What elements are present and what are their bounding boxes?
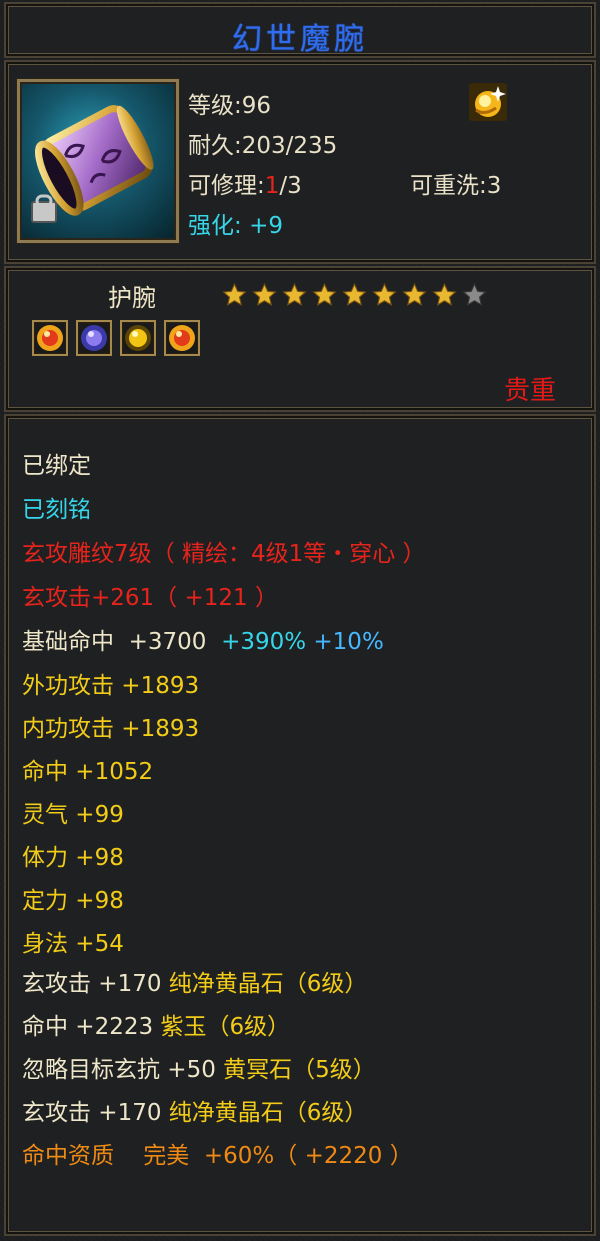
gem-name: 纯净黄晶石（6级） <box>168 971 368 997</box>
stat-line: 体力 +98 <box>22 845 124 871</box>
item-tooltip: 幻世魔腕 等级:96 耐久:203/235 可修理:1/3 可重洗:3 强化: … <box>0 0 600 1241</box>
level-label: 等级: <box>188 93 242 119</box>
stat-line: 命中 +1052 <box>22 759 154 785</box>
star-empty-icon <box>462 282 487 306</box>
star-filled-icon <box>252 282 277 306</box>
item-type: 护腕 <box>108 284 156 312</box>
gem-bonus-stat: 命中 +2223 <box>22 1014 154 1040</box>
reroll-label: 可重洗: <box>410 173 487 199</box>
star-filled-icon <box>372 282 397 306</box>
item-name: 幻世魔腕 <box>232 22 368 57</box>
gem-name: 紫玉（6级） <box>160 1014 291 1040</box>
gem-bonus-line: 命中 +2223 紫玉（6级） <box>22 1007 290 1041</box>
gold-sparkle-icon <box>468 82 508 122</box>
stat-line: 身法 +54 <box>22 931 124 957</box>
enhance-value: +9 <box>249 213 283 239</box>
gem-name: 纯净黄晶石（6级） <box>168 1100 368 1126</box>
aptitude-line: 命中资质 完美 +60%（ +2220 ） <box>22 1136 413 1170</box>
gem-bonus-stat: 忽略目标玄抗 +50 <box>22 1057 216 1083</box>
reroll-row: 可重洗:3 <box>410 166 501 200</box>
fire-gem-icon[interactable] <box>164 320 200 356</box>
item-type-panel: 护腕 贵重 <box>4 266 596 412</box>
level-row: 等级:96 <box>188 86 271 120</box>
star-filled-icon <box>342 282 367 306</box>
xuan-attack-line: 玄攻击+261（ +121 ） <box>22 585 278 611</box>
carving-line: 玄攻雕纹7级（ 精绘：4级1等・穿心 ） <box>22 541 426 567</box>
aptitude-value: +60%（ +2220 ） <box>203 1143 413 1169</box>
stat-line: 灵气 +99 <box>22 802 124 828</box>
aptitude-label: 命中资质 <box>22 1143 114 1169</box>
reroll-value: 3 <box>486 173 502 199</box>
gem-name: 黄冥石（5级） <box>223 1057 376 1083</box>
repair-total: /3 <box>279 173 302 199</box>
stat-line: 内功攻击 +1893 <box>22 716 200 742</box>
fire-gem-icon[interactable] <box>32 320 68 356</box>
gem-bonus-line: 玄攻击 +170 纯净黄晶石（6级） <box>22 964 367 998</box>
aptitude-grade: 完美 <box>143 1143 190 1169</box>
gem-bonus-stat: 玄攻击 +170 <box>22 971 162 997</box>
gem-bonus-line: 玄攻击 +170 纯净黄晶石（6级） <box>22 1093 367 1127</box>
star-filled-icon <box>402 282 427 306</box>
yellow-gem-icon[interactable] <box>120 320 156 356</box>
repair-row: 可修理:1/3 <box>188 166 302 200</box>
stat-line: 定力 +98 <box>22 888 124 914</box>
purple-gem-icon[interactable] <box>76 320 112 356</box>
level-value: 96 <box>241 93 272 119</box>
star-filled-icon <box>432 282 457 306</box>
attributes-panel: 已绑定 已刻铭 玄攻雕纹7级（ 精绘：4级1等・穿心 ） 玄攻击+261（ +1… <box>4 414 596 1236</box>
gem-slots <box>32 320 200 356</box>
item-info-panel: 等级:96 耐久:203/235 可修理:1/3 可重洗:3 强化: +9 <box>4 60 596 264</box>
gem-bonus-stat: 玄攻击 +170 <box>22 1100 162 1126</box>
enhance-row: 强化: +9 <box>188 206 283 240</box>
gem-bonus-line: 忽略目标玄抗 +50 黄冥石（5级） <box>22 1050 376 1084</box>
durability-row: 耐久:203/235 <box>188 126 337 160</box>
wrist-guard-icon <box>17 79 179 243</box>
repair-label: 可修理: <box>188 173 265 199</box>
base-hit-label: 基础命中 <box>22 629 114 655</box>
title-bar: 幻世魔腕 <box>4 2 596 58</box>
star-rating <box>220 282 489 308</box>
durability-label: 耐久: <box>188 133 242 159</box>
base-hit-bonus-extra: +10% <box>313 629 384 655</box>
base-hit-line: 基础命中 +3700 +390% +10% <box>22 622 384 656</box>
durability-value: 203/235 <box>241 133 338 159</box>
star-filled-icon <box>282 282 307 306</box>
bound-status: 已绑定 <box>22 453 91 479</box>
engraved-status: 已刻铭 <box>22 497 91 523</box>
quality-label: 贵重 <box>503 376 556 406</box>
stat-line: 外功攻击 +1893 <box>22 673 200 699</box>
base-hit-bonus: +390% <box>221 629 307 655</box>
base-hit-value: +3700 <box>128 629 207 655</box>
star-filled-icon <box>222 282 247 306</box>
repair-used: 1 <box>264 173 280 199</box>
star-filled-icon <box>312 282 337 306</box>
enhance-label: 强化: <box>188 213 242 239</box>
